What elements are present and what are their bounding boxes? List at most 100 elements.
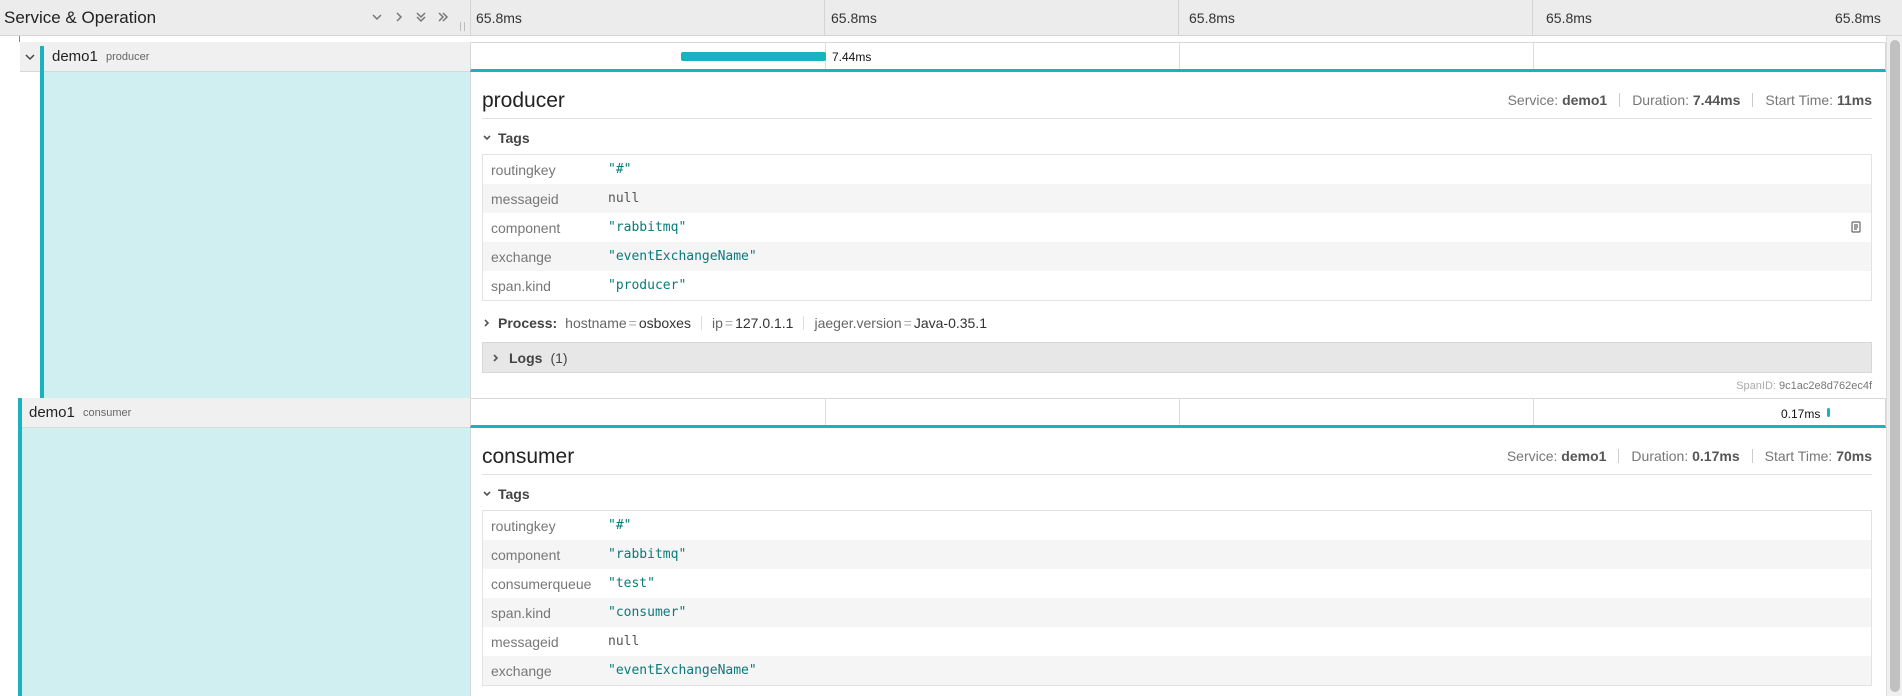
divider	[482, 118, 1872, 119]
table-row[interactable]: span.kind "consumer"	[483, 598, 1871, 627]
duration-meta-label: Duration:	[1631, 448, 1689, 464]
header-title: Service & Operation	[4, 8, 157, 27]
process-key: ip	[711, 315, 723, 331]
table-row[interactable]: routingkey "#"	[483, 511, 1871, 540]
tick-label: 65.8ms	[1835, 10, 1881, 26]
tick-line	[1178, 0, 1179, 36]
tags-label: Tags	[498, 130, 530, 146]
service-name: demo1	[29, 404, 75, 421]
span-detail-title: producer	[482, 89, 565, 112]
tag-key: consumerqueue	[491, 575, 592, 592]
tags-toggle[interactable]: Tags	[482, 130, 530, 146]
duration-meta-value: 0.17ms	[1692, 448, 1740, 464]
span-id-value: 9c1ac2e8d762ec4f	[1779, 380, 1872, 392]
tag-value: "rabbitmq"	[608, 547, 687, 562]
table-row[interactable]: exchange "eventExchangeName"	[483, 656, 1871, 685]
header-left: Service & Operation	[0, 0, 470, 36]
tag-value: null	[608, 191, 640, 206]
tag-value: null	[608, 634, 640, 649]
span-meta: Service: demo1 Duration: 7.44ms Start Ti…	[1508, 92, 1872, 108]
table-row[interactable]: consumerqueue "test"	[483, 569, 1871, 598]
operation-name: consumer	[83, 407, 132, 419]
span-row-consumer[interactable]: demo1 consumer	[20, 398, 470, 428]
table-row[interactable]: span.kind "producer"	[483, 271, 1871, 300]
timeline-grid-line	[1179, 399, 1180, 425]
divider	[482, 474, 1872, 475]
chevron-down-icon	[482, 130, 492, 146]
tag-key: messageid	[491, 633, 559, 650]
span-duration-label: 0.17ms	[1781, 407, 1821, 421]
chevron-down-icon	[482, 486, 492, 502]
clipboard-icon[interactable]	[1849, 220, 1863, 237]
service-meta-label: Service:	[1506, 448, 1558, 464]
tag-value: "eventExchangeName"	[608, 249, 757, 264]
span-timeline-consumer[interactable]: 0.17ms	[470, 398, 1886, 428]
service-name: demo1	[52, 48, 98, 65]
tag-key: span.kind	[491, 277, 551, 294]
process-key: jaeger.version	[814, 315, 902, 331]
double-chevron-down-icon[interactable]	[412, 8, 430, 26]
resize-grip-icon[interactable]	[460, 22, 465, 31]
vertical-scrollbar[interactable]	[1886, 36, 1902, 696]
timeline-grid-line	[1179, 43, 1180, 69]
table-row[interactable]: exchange "eventExchangeName"	[483, 242, 1871, 271]
span-id: SpanID: 9c1ac2e8d762ec4f	[1736, 380, 1872, 392]
process-kv: jaeger.version = Java-0.35.1	[814, 315, 987, 331]
chevron-right-icon	[482, 315, 492, 331]
span-id-label: SpanID:	[1736, 380, 1776, 392]
span-detail-consumer: consumer Service: demo1 Duration: 0.17ms…	[470, 428, 1886, 696]
span-meta: Service: demo1 Duration: 0.17ms Start Ti…	[1507, 448, 1872, 464]
span-row-producer[interactable]: demo1 producer	[20, 42, 470, 72]
process-kv: ip = 127.0.1.1	[711, 315, 794, 331]
tag-key: messageid	[491, 190, 559, 207]
logs-toggle[interactable]: Logs (1)	[482, 342, 1872, 373]
tick-line	[1532, 0, 1533, 36]
operation-name: producer	[106, 51, 150, 63]
tag-key: exchange	[491, 248, 552, 265]
table-row[interactable]: routingkey "#"	[483, 155, 1871, 184]
tag-value: "producer"	[608, 278, 687, 293]
timeline-grid-line	[825, 399, 826, 425]
tags-table: routingkey "#" component "rabbitmq" cons…	[482, 510, 1872, 686]
table-row[interactable]: messageid null	[483, 184, 1871, 213]
timeline-header: Service & Operation 65.8ms 65.8ms 65.8ms…	[0, 0, 1902, 36]
span-bar[interactable]	[681, 52, 826, 61]
tag-key: component	[491, 546, 561, 563]
tags-table: routingkey "#" messageid null component …	[482, 154, 1872, 301]
process-key: hostname	[565, 315, 627, 331]
tick-label: 65.8ms	[1546, 10, 1592, 26]
tags-toggle[interactable]: Tags	[482, 486, 530, 502]
process-toggle[interactable]: Process: hostname = osboxes ip = 127.0.1.1 j…	[482, 315, 987, 331]
span-bar[interactable]	[1827, 408, 1830, 417]
start-meta-label: Start Time:	[1765, 92, 1834, 108]
logs-label: Logs	[509, 349, 543, 366]
tick-line	[824, 0, 825, 36]
tag-key: component	[491, 219, 561, 236]
tag-value: "consumer"	[608, 605, 687, 620]
duration-meta-label: Duration:	[1632, 92, 1689, 108]
process-label: Process:	[498, 315, 558, 331]
table-row[interactable]: component "rabbitmq"	[483, 540, 1871, 569]
detail-row-left	[22, 428, 470, 696]
chevron-down-icon[interactable]	[24, 50, 36, 68]
chevron-right-icon[interactable]	[390, 8, 408, 26]
table-row[interactable]: component "rabbitmq"	[483, 213, 1871, 242]
tag-key: span.kind	[491, 604, 551, 621]
span-duration-label: 7.44ms	[832, 50, 872, 64]
process-value: Java-0.35.1	[913, 315, 987, 331]
tick-label: 65.8ms	[1189, 10, 1235, 26]
tag-key: routingkey	[491, 517, 556, 534]
tag-value: "eventExchangeName"	[608, 663, 757, 678]
chevron-right-icon	[491, 350, 501, 366]
process-value: 127.0.1.1	[735, 315, 794, 331]
table-row[interactable]: messageid null	[483, 627, 1871, 656]
double-chevron-right-icon[interactable]	[434, 8, 452, 26]
scrollbar-thumb[interactable]	[1890, 40, 1900, 692]
tag-value: "rabbitmq"	[608, 220, 687, 235]
chevron-down-icon[interactable]	[368, 8, 386, 26]
span-timeline-producer[interactable]: 7.44ms	[470, 42, 1886, 72]
process-kv: hostname = osboxes	[565, 315, 691, 331]
tick-label: 65.8ms	[831, 10, 877, 26]
detail-row-left	[44, 72, 470, 398]
tags-label: Tags	[498, 486, 530, 502]
